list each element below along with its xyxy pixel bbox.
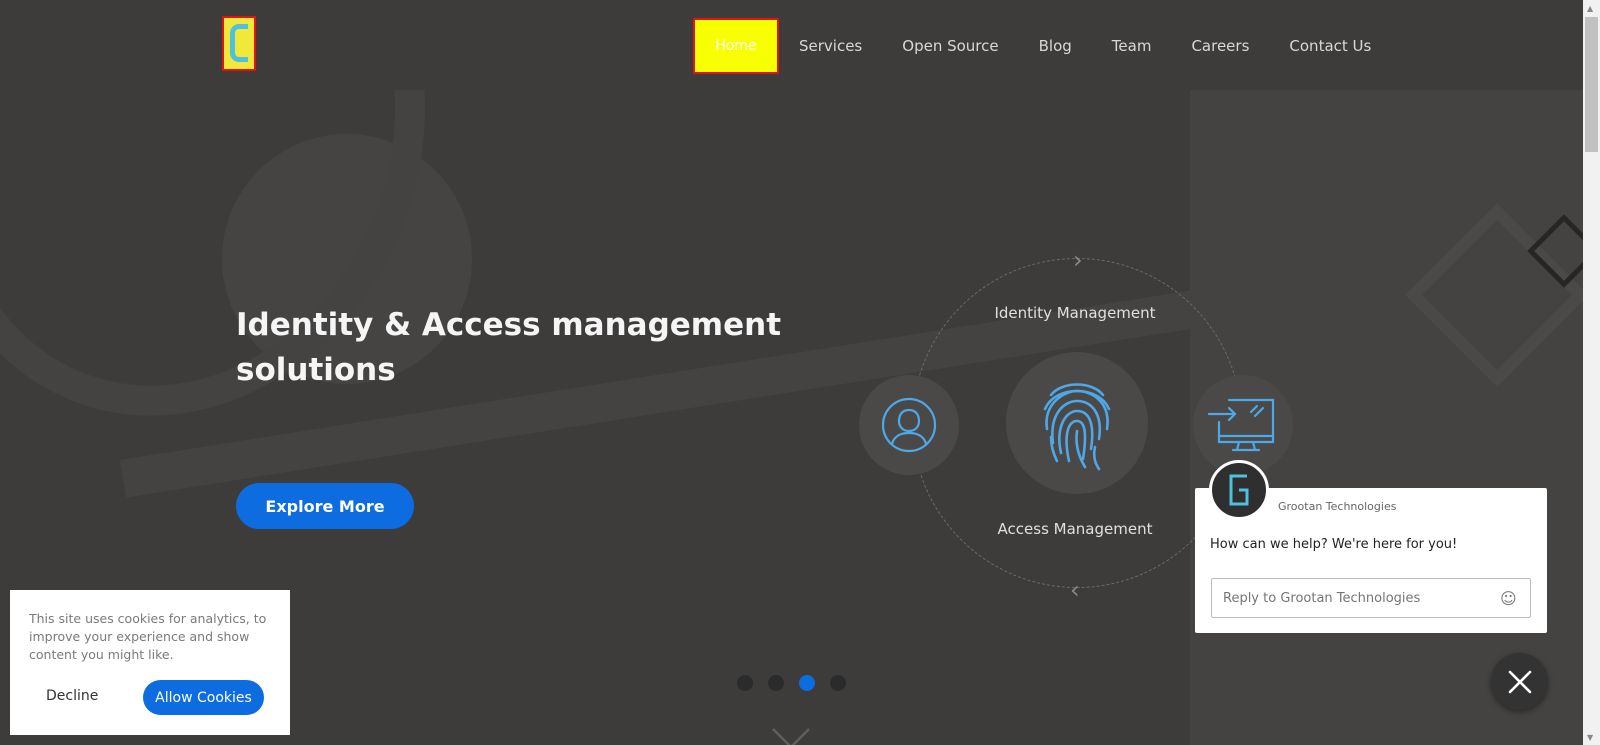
page-scrollbar[interactable]: ▲ ▼	[1583, 0, 1600, 745]
cookie-banner: This site uses cookies for analytics, to…	[10, 590, 290, 735]
carousel-dots	[737, 675, 861, 691]
site-header: Home Services Open Source Blog Team Care…	[0, 0, 1583, 90]
emoji-icon[interactable]: ☺	[1500, 589, 1517, 608]
explore-more-button[interactable]: Explore More	[236, 483, 414, 529]
chat-company-name: Grootan Technologies	[1278, 500, 1397, 513]
nav-team[interactable]: Team	[1112, 37, 1152, 55]
carousel-dot[interactable]	[768, 675, 784, 691]
hero-title: Identity & Access management solutions	[236, 307, 782, 388]
access-management-label: Access Management	[997, 520, 1153, 538]
logo-g-glyph	[230, 24, 248, 62]
chevron-right-icon: ›	[1073, 246, 1083, 274]
nav-careers[interactable]: Careers	[1191, 37, 1249, 55]
user-icon	[881, 397, 937, 453]
chevron-left-icon: ‹	[1070, 576, 1080, 604]
fingerprint-node	[1006, 352, 1148, 494]
cookie-text: This site uses cookies for analytics, to…	[29, 611, 267, 662]
chat-message: How can we help? We're here for you!	[1210, 537, 1458, 552]
carousel-dot-active[interactable]	[799, 675, 815, 691]
nav-blog[interactable]: Blog	[1039, 37, 1072, 55]
avatar	[1209, 460, 1269, 520]
chat-reply-input[interactable]	[1211, 578, 1531, 618]
chat-close-button[interactable]	[1491, 653, 1548, 710]
carousel-dot[interactable]	[737, 675, 753, 691]
nav-contact-us[interactable]: Contact Us	[1289, 37, 1371, 55]
scroll-up-arrow-icon[interactable]: ▲	[1587, 4, 1593, 13]
nav-open-source[interactable]: Open Source	[902, 37, 998, 55]
nav-services[interactable]: Services	[799, 37, 862, 55]
chat-widget: Grootan Technologies How can we help? We…	[1195, 460, 1547, 633]
user-node	[859, 375, 959, 475]
fingerprint-icon	[1043, 383, 1111, 471]
brand-logo[interactable]	[222, 16, 256, 71]
decline-button[interactable]: Decline	[46, 688, 98, 704]
grootan-logo-icon	[1229, 474, 1249, 506]
main-nav: Home Services Open Source Blog Team Care…	[693, 18, 1411, 74]
monitor-login-icon	[1207, 398, 1275, 452]
nav-home[interactable]: Home	[693, 18, 779, 74]
scroll-thumb[interactable]	[1585, 17, 1598, 152]
scroll-down-arrow-icon[interactable]: ▼	[1587, 733, 1593, 742]
chevron-down-icon	[772, 728, 810, 745]
scroll-down-chevron-icon[interactable]	[771, 722, 811, 745]
identity-management-label: Identity Management	[994, 304, 1156, 322]
allow-cookies-button[interactable]: Allow Cookies	[143, 680, 264, 715]
close-icon	[1508, 670, 1531, 693]
carousel-dot[interactable]	[830, 675, 846, 691]
